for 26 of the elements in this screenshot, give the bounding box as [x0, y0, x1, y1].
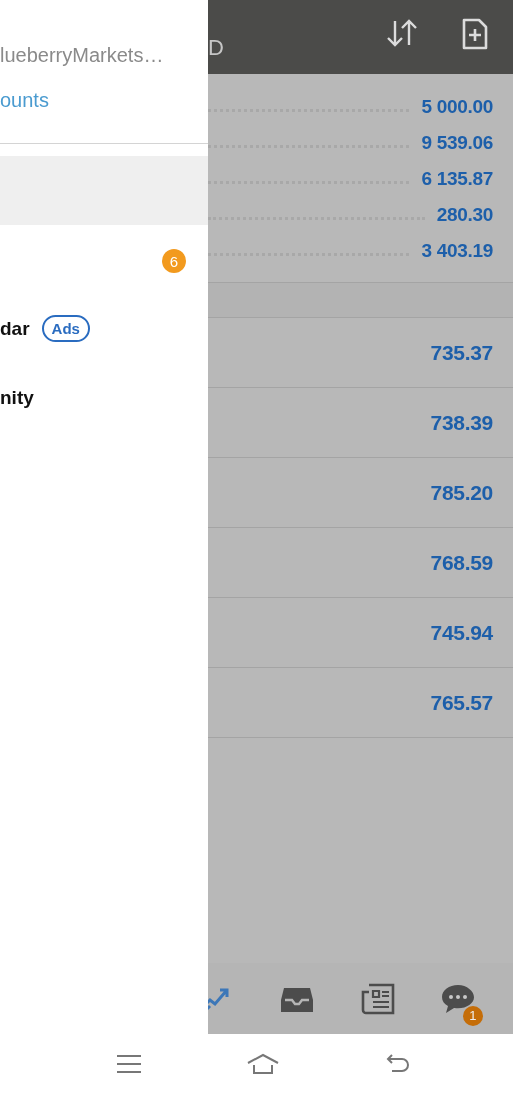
back-icon[interactable] [384, 1053, 410, 1075]
menu-item[interactable]: dar Ads [0, 294, 208, 363]
home-icon[interactable] [246, 1053, 280, 1075]
ads-tag: Ads [41, 315, 90, 342]
position-row[interactable]: 735.37 [208, 318, 513, 388]
account-server: lueberryMarkets… [0, 44, 165, 67]
notification-badge: 1 [463, 1005, 483, 1026]
newspaper-icon[interactable] [360, 981, 395, 1016]
menu-item[interactable]: nity [0, 363, 208, 432]
sort-icon[interactable] [385, 17, 419, 49]
balance-value: 280.30 [436, 204, 493, 226]
accounts-link[interactable]: ounts [0, 89, 208, 112]
count-badge: 6 [162, 249, 186, 273]
balance-value: 5 000.00 [421, 96, 493, 118]
balance-value: 6 135.87 [421, 168, 493, 190]
position-row[interactable]: 785.20 [208, 458, 513, 528]
position-row[interactable]: 768.59 [208, 528, 513, 598]
new-document-icon[interactable] [461, 17, 489, 51]
header-title: D [208, 35, 224, 61]
menu-item[interactable]: 6 [0, 225, 208, 294]
position-row[interactable]: 765.57 [208, 668, 513, 738]
balance-value: 3 403.19 [421, 240, 493, 262]
menu-icon[interactable] [116, 1054, 142, 1074]
balance-value: 9 539.06 [421, 132, 493, 154]
position-row[interactable]: 738.39 [208, 388, 513, 458]
position-row[interactable]: 745.94 [208, 598, 513, 668]
